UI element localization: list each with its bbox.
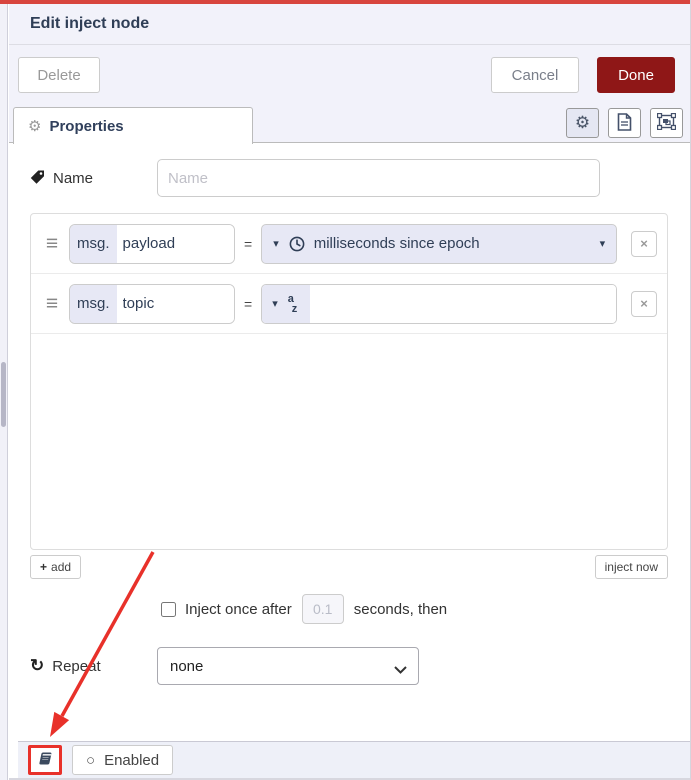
repeat-select[interactable]: none xyxy=(157,647,419,685)
cancel-button[interactable]: Cancel xyxy=(491,57,579,93)
inject-properties-list: ≡ msg. = ▾ milliseconds since epoch ▾ xyxy=(30,213,668,550)
caret-down-icon: ▾ xyxy=(599,238,606,250)
gear-icon: ⚙ xyxy=(28,118,42,135)
property-row-payload: ≡ msg. = ▾ milliseconds since epoch ▾ xyxy=(31,214,667,274)
dialog-header: Edit inject node xyxy=(9,4,690,45)
caret-down-icon: ▾ xyxy=(272,298,278,310)
equals-sign: = xyxy=(244,295,253,312)
caret-down-icon: ▾ xyxy=(273,238,279,250)
inject-now-label: inject now xyxy=(604,560,658,574)
add-button-label: add xyxy=(51,560,72,574)
dialog-button-bar: Delete Cancel Done xyxy=(9,45,690,105)
dialog-title: Edit inject node xyxy=(30,15,150,32)
topic-key-input[interactable] xyxy=(116,284,234,323)
name-label: Name xyxy=(53,169,94,187)
payload-key-input[interactable] xyxy=(116,224,234,263)
inject-once-row: Inject once after seconds, then xyxy=(161,593,668,625)
payload-type-dropdown[interactable]: ▾ milliseconds since epoch ▾ xyxy=(261,223,618,264)
remove-cross-icon: × xyxy=(640,236,648,251)
edit-inject-node-dialog: Edit inject node Delete Cancel Done ⚙ Pr… xyxy=(0,0,691,780)
topic-property-field: msg. xyxy=(69,283,235,324)
name-label-group: Name xyxy=(30,169,157,188)
tab-bar: ⚙ Properties ⚙ xyxy=(9,105,690,144)
remove-cross-icon: × xyxy=(640,296,648,311)
inject-once-label-after: seconds, then xyxy=(353,600,448,618)
remove-payload-row-button[interactable]: × xyxy=(631,230,657,257)
document-icon xyxy=(617,112,632,134)
inject-now-button[interactable]: inject now xyxy=(594,555,668,579)
done-button[interactable]: Done xyxy=(597,57,675,93)
gear-icon: ⚙ xyxy=(574,113,591,132)
repeat-select-wrap: none xyxy=(157,647,419,685)
repeat-label: Repeat xyxy=(52,657,101,675)
remove-topic-row-button[interactable]: × xyxy=(631,290,657,317)
list-footer: + add inject now xyxy=(30,555,668,579)
drag-handle-icon[interactable]: ≡ xyxy=(39,232,65,256)
node-help-button[interactable] xyxy=(28,745,62,775)
tab-properties-label: Properties xyxy=(49,117,124,135)
dialog-footer: ○ Enabled xyxy=(18,741,690,778)
properties-view-button[interactable]: ⚙ xyxy=(566,108,599,138)
edit-tray: Edit inject node Delete Cancel Done ⚙ Pr… xyxy=(9,4,690,780)
repeat-row: ↻ Repeat none xyxy=(30,647,668,685)
appearance-icon xyxy=(656,112,677,133)
book-icon xyxy=(37,751,53,769)
node-enabled-toggle[interactable]: ○ Enabled xyxy=(72,745,174,775)
add-property-button[interactable]: + add xyxy=(30,555,82,579)
topic-type-field: ▾ a z xyxy=(261,283,618,324)
editor-view-buttons: ⚙ xyxy=(566,108,683,138)
drag-handle-icon[interactable]: ≡ xyxy=(39,292,65,316)
status-circle-icon: ○ xyxy=(86,751,96,769)
enabled-label: Enabled xyxy=(104,751,160,769)
delete-button[interactable]: Delete xyxy=(18,57,100,93)
repeat-label-group: ↻ Repeat xyxy=(30,656,157,676)
top-red-bar xyxy=(0,0,690,4)
payload-property-field: msg. xyxy=(69,223,235,264)
plus-icon: + xyxy=(40,560,48,574)
properties-form: Name ≡ msg. = ▾ xyxy=(9,143,690,780)
topic-type-dropdown[interactable]: ▾ a z xyxy=(262,284,310,323)
repeat-icon: ↻ xyxy=(30,656,45,675)
payload-type-value: milliseconds since epoch xyxy=(313,235,480,252)
string-type-icon: a z xyxy=(287,292,298,315)
scrollbar-thumb[interactable] xyxy=(1,362,6,427)
tag-icon xyxy=(30,169,45,188)
name-row: Name xyxy=(30,159,668,197)
inject-once-checkbox[interactable] xyxy=(161,601,176,617)
appearance-view-button[interactable] xyxy=(650,108,683,138)
msg-prefix-label: msg. xyxy=(70,224,117,263)
inject-once-label-before: Inject once after xyxy=(185,600,292,618)
name-input[interactable] xyxy=(157,159,600,197)
topic-value-input[interactable] xyxy=(309,284,617,323)
equals-sign: = xyxy=(244,235,253,252)
msg-prefix-label: msg. xyxy=(70,284,117,323)
tab-properties[interactable]: ⚙ Properties xyxy=(13,107,253,144)
description-view-button[interactable] xyxy=(608,108,641,138)
clock-icon xyxy=(289,236,305,252)
left-gutter xyxy=(0,4,8,780)
property-row-topic: ≡ msg. = ▾ a z xyxy=(31,274,667,334)
inject-once-delay-input[interactable] xyxy=(301,594,344,624)
